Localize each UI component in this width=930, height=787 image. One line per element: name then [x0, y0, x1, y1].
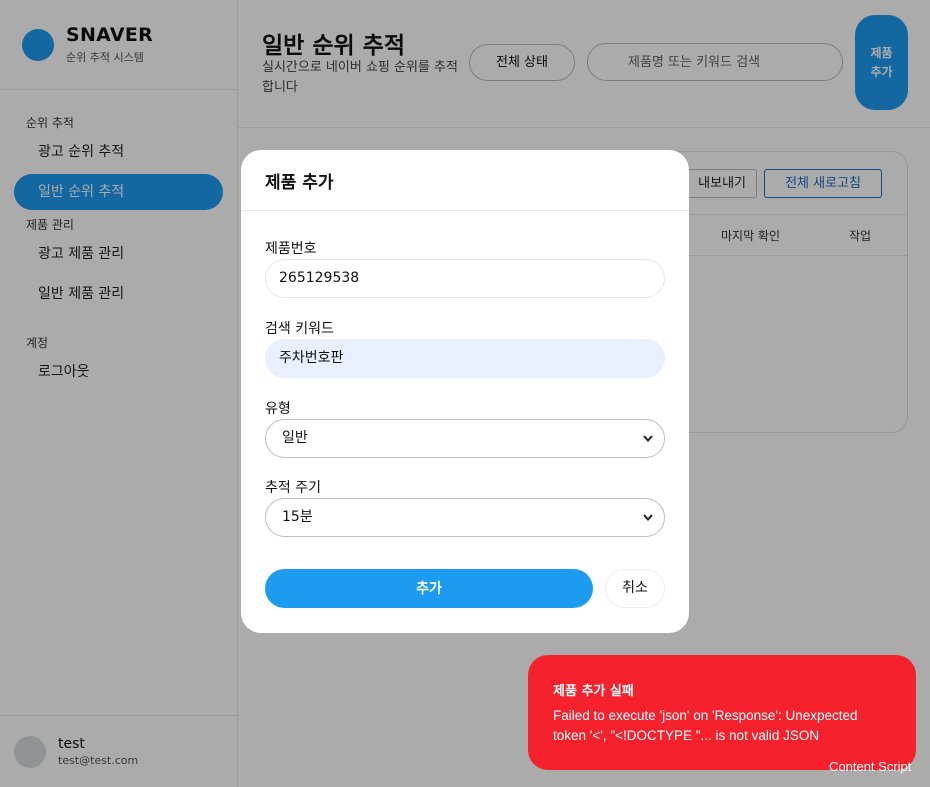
- cancel-button[interactable]: 취소: [605, 569, 665, 608]
- type-label: 유형: [265, 401, 291, 417]
- interval-label: 추적 주기: [265, 480, 321, 496]
- keyword-label: 검색 키워드: [265, 321, 334, 337]
- type-select[interactable]: 일반: [265, 419, 665, 458]
- product-number-input[interactable]: 265129538: [265, 259, 665, 298]
- toast-message: Failed to execute 'json' on 'Response': …: [553, 708, 858, 743]
- submit-button[interactable]: 추가: [265, 569, 593, 608]
- error-toast[interactable]: 제품 추가 실패 Failed to execute 'json' on 'Re…: [528, 655, 916, 770]
- product-number-label: 제품번호: [265, 241, 317, 257]
- chevron-down-icon: [642, 499, 654, 551]
- toast-title: 제품 추가 실패: [553, 684, 634, 699]
- type-select-value: 일반: [282, 430, 308, 446]
- chevron-down-icon: [642, 420, 654, 472]
- interval-select[interactable]: 15분: [265, 498, 665, 537]
- interval-select-value: 15분: [282, 509, 313, 525]
- content-script-label: Content Script: [829, 759, 912, 774]
- add-product-modal: 제품 추가 제품번호 265129538 검색 키워드 주차번호판 유형 일반 …: [241, 150, 689, 633]
- modal-header: 제품 추가: [241, 150, 689, 211]
- keyword-input[interactable]: 주차번호판: [265, 339, 665, 378]
- modal-title: 제품 추가: [265, 172, 334, 193]
